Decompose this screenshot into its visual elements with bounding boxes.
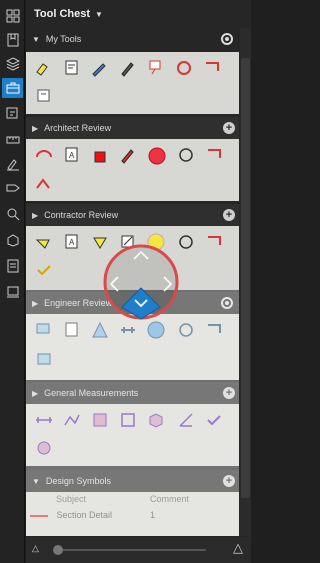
my-tools-grid [26, 52, 239, 114]
section-label: Architect Review [44, 123, 112, 133]
expand-icon[interactable]: ▶ [32, 211, 38, 220]
signature-icon[interactable] [2, 154, 23, 174]
panel-title: Tool Chest [34, 8, 91, 20]
section-label: Contractor Review [44, 210, 119, 220]
section-my-tools[interactable]: ▼ My Tools [26, 28, 239, 50]
tool-cloud-icon[interactable] [34, 145, 54, 165]
dimmed-overlay [26, 290, 239, 536]
stamp-icon[interactable] [2, 282, 23, 302]
expand-icon[interactable]: ▶ [32, 124, 38, 133]
markups-icon[interactable] [2, 104, 23, 124]
scrollbar-thumb[interactable] [241, 58, 250, 498]
chevron-down-icon[interactable]: ▼ [95, 10, 103, 19]
layers-icon[interactable] [2, 54, 23, 74]
navigation-control[interactable] [95, 242, 187, 322]
architect-tools-grid: A [26, 139, 239, 201]
forms-icon[interactable] [2, 256, 23, 276]
tool-textbox-icon[interactable]: A [62, 232, 82, 252]
scrollbar[interactable] [240, 28, 251, 536]
toolchest-icon[interactable] [2, 78, 23, 98]
gear-icon[interactable] [219, 31, 235, 47]
tool-highlight-icon[interactable] [34, 232, 54, 252]
tool-arrow-icon[interactable] [202, 58, 222, 78]
svg-text:A: A [69, 238, 75, 247]
section-architect-review[interactable]: ▶ Architect Review + [26, 117, 239, 139]
add-icon[interactable]: + [223, 209, 235, 221]
large-size-icon[interactable]: △ [233, 540, 243, 556]
panel-header[interactable]: Tool Chest ▼ [26, 0, 251, 28]
panel-footer: △ △ [26, 537, 251, 563]
tool-redact-icon[interactable] [90, 145, 110, 165]
icon-size-slider[interactable] [56, 549, 206, 551]
tool-textbox-icon[interactable]: A [62, 145, 82, 165]
tool-pencil-icon[interactable] [118, 58, 138, 78]
measure-icon[interactable] [2, 130, 23, 150]
tool-highlight-icon[interactable] [34, 58, 54, 78]
tool-arrow-icon[interactable] [204, 232, 224, 252]
properties-icon[interactable] [2, 230, 23, 250]
tool-dimension-icon[interactable] [34, 173, 54, 193]
small-size-icon[interactable]: △ [32, 543, 39, 554]
tool-note-icon[interactable] [62, 58, 82, 78]
tool-callout-icon[interactable] [146, 58, 166, 78]
collapse-icon[interactable]: ▼ [32, 35, 40, 44]
slider-handle[interactable] [53, 545, 63, 555]
side-rail [0, 0, 25, 563]
bookmarks-icon[interactable] [2, 30, 23, 50]
tool-pen-icon[interactable] [90, 58, 110, 78]
tag-icon[interactable] [2, 178, 23, 198]
tool-cloud-icon[interactable] [174, 58, 194, 78]
add-icon[interactable]: + [223, 122, 235, 134]
section-contractor-review[interactable]: ▶ Contractor Review + [26, 204, 239, 226]
tool-check-icon[interactable] [34, 260, 54, 280]
tool-arrow-icon[interactable] [204, 145, 224, 165]
tool-pencil-icon[interactable] [118, 145, 138, 165]
thumbnails-icon[interactable] [2, 6, 23, 26]
tool-stamp-icon[interactable] [34, 86, 54, 106]
tool-circle-icon[interactable] [176, 145, 196, 165]
tool-stamp-red-icon[interactable] [146, 145, 166, 165]
search-icon[interactable] [2, 204, 23, 224]
svg-text:A: A [69, 151, 75, 160]
section-label: My Tools [45, 34, 82, 44]
